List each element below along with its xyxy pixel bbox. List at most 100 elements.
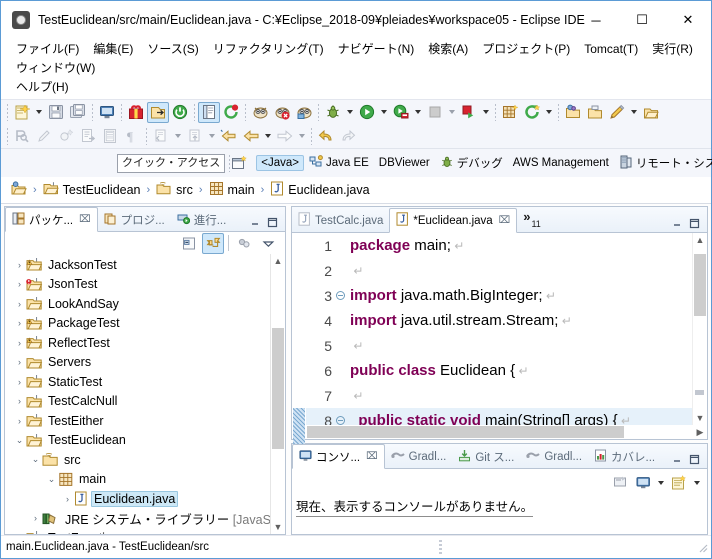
tree-item-testfunction[interactable]: › TestFunction bbox=[5, 528, 285, 534]
undo-icon[interactable] bbox=[315, 126, 337, 147]
code-line[interactable]: 6 public class Euclidean { ↵ bbox=[306, 358, 692, 383]
stop-dropdown-icon[interactable] bbox=[446, 102, 458, 123]
next-edit-dropdown-icon[interactable] bbox=[206, 126, 218, 147]
run-icon[interactable] bbox=[356, 102, 378, 123]
collapse-all-icon[interactable] bbox=[178, 233, 200, 254]
tree-expander-icon[interactable]: › bbox=[61, 494, 74, 504]
new-java-class-icon[interactable] bbox=[198, 101, 220, 123]
save-icon[interactable] bbox=[45, 102, 67, 123]
toggle-block-selection-icon[interactable] bbox=[99, 126, 121, 147]
close-button[interactable]: ✕ bbox=[665, 1, 711, 39]
perspective-java-ee[interactable]: Java EE bbox=[304, 153, 374, 174]
minimize-icon[interactable] bbox=[250, 217, 261, 228]
menu-tomcat[interactable]: Tomcat(T) bbox=[577, 40, 645, 59]
tree-expander-icon[interactable]: › bbox=[13, 299, 26, 309]
code-line[interactable]: 4 import java.util.stream.Stream; ↵ bbox=[306, 308, 692, 333]
scroll-up-icon[interactable]: ▲ bbox=[271, 254, 285, 268]
tree-expander-icon[interactable]: › bbox=[29, 513, 42, 523]
menu-project[interactable]: プロジェクト(P) bbox=[475, 40, 577, 59]
open-folder-icon[interactable] bbox=[584, 102, 606, 123]
editor-vertical-scrollbar[interactable]: ▲ ▼ bbox=[692, 233, 707, 425]
perspective-java[interactable]: <Java> bbox=[256, 155, 304, 171]
tab-gradle-tasks[interactable]: Gradl... bbox=[385, 445, 453, 468]
tree-item-euclidean-java[interactable]: › Euclidean.java bbox=[5, 489, 285, 509]
link-with-editor-icon[interactable] bbox=[202, 232, 224, 254]
tree-expander-icon[interactable]: › bbox=[13, 260, 26, 270]
search-icon[interactable] bbox=[11, 126, 33, 147]
forward-icon[interactable] bbox=[274, 126, 296, 147]
new-console-view-dropdown-icon[interactable] bbox=[691, 472, 703, 493]
tab-coverage[interactable]: カバレ... bbox=[588, 445, 661, 468]
maximize-icon[interactable] bbox=[689, 218, 700, 229]
stop-icon[interactable] bbox=[424, 102, 446, 123]
new-wizard-icon[interactable] bbox=[11, 102, 33, 123]
maximize-icon[interactable] bbox=[689, 454, 700, 465]
menu-navigate[interactable]: ナビゲート(N) bbox=[331, 40, 422, 59]
redo-icon[interactable] bbox=[337, 126, 359, 147]
run-external-tools-icon[interactable] bbox=[390, 102, 412, 123]
view-menu-icon[interactable] bbox=[233, 233, 255, 254]
new-console-view-icon[interactable] bbox=[668, 472, 690, 493]
tree-item-reflecttest[interactable]: › ReflectTest bbox=[5, 333, 285, 353]
close-icon[interactable]: ⌧ bbox=[499, 215, 511, 226]
save-all-icon[interactable] bbox=[67, 102, 89, 123]
tab-testcalc-java[interactable]: TestCalc.java bbox=[292, 209, 389, 232]
scroll-track-h[interactable] bbox=[306, 425, 693, 439]
editor-annotation-ruler[interactable] bbox=[292, 233, 306, 456]
scroll-track[interactable] bbox=[271, 268, 285, 520]
next-edit-location-icon[interactable] bbox=[184, 126, 206, 147]
console-body[interactable]: 現在、表示するコンソールがありません。 bbox=[292, 469, 707, 534]
scroll-up-icon[interactable]: ▲ bbox=[693, 233, 707, 247]
previous-edit-location-icon[interactable] bbox=[150, 126, 172, 147]
menu-run[interactable]: 実行(R) bbox=[645, 40, 700, 59]
tree-expander-icon[interactable]: › bbox=[13, 318, 26, 328]
clear-marker-icon[interactable] bbox=[33, 126, 55, 147]
breadcrumb-root[interactable] bbox=[9, 180, 29, 200]
coverage-dropdown-icon[interactable] bbox=[480, 102, 492, 123]
junit-run-icon[interactable] bbox=[249, 102, 271, 123]
tree-item-jsontest[interactable]: › JsonTest bbox=[5, 275, 285, 295]
menu-refactor[interactable]: リファクタリング(T) bbox=[206, 40, 331, 59]
code-line[interactable]: 7 ↵ bbox=[306, 383, 692, 408]
tree-item-packagetest[interactable]: › PackageTest bbox=[5, 314, 285, 334]
breadcrumb-file[interactable]: Euclidean.java bbox=[268, 180, 371, 200]
tree-item-jacksontest[interactable]: › JacksonTest bbox=[5, 255, 285, 275]
scroll-thumb-h[interactable] bbox=[307, 426, 625, 438]
tree-item-src[interactable]: ⌄ src bbox=[5, 450, 285, 470]
code-line[interactable]: 3 import java.math.BigInteger; ↵ bbox=[306, 283, 692, 308]
coverage-icon[interactable] bbox=[458, 102, 480, 123]
tab-euclidean-java[interactable]: *Euclidean.java ⌧ bbox=[389, 208, 518, 233]
tree-expander-icon[interactable]: › bbox=[13, 338, 26, 348]
scroll-down-icon[interactable]: ▼ bbox=[693, 411, 707, 425]
tree-expander-icon[interactable]: › bbox=[13, 377, 26, 387]
tab-progress[interactable]: 進行... bbox=[171, 208, 233, 231]
junit-fail-icon[interactable] bbox=[271, 102, 293, 123]
tree-expander-icon[interactable]: › bbox=[13, 279, 26, 289]
perspective-remote-system-explorer[interactable]: リモート・システム・エクスプローラー bbox=[614, 153, 712, 174]
tree-expander-icon[interactable]: › bbox=[13, 396, 26, 406]
status-drag-handle[interactable] bbox=[439, 540, 443, 554]
open-resource-icon[interactable] bbox=[562, 102, 584, 123]
minimize-icon[interactable] bbox=[672, 218, 683, 229]
scroll-track[interactable] bbox=[693, 247, 707, 411]
junit-report-icon[interactable] bbox=[293, 102, 315, 123]
forward-dropdown-icon[interactable] bbox=[296, 126, 308, 147]
new-java-project-dropdown-icon[interactable] bbox=[543, 102, 555, 123]
tree-item-lookandsay[interactable]: › LookAndSay bbox=[5, 294, 285, 314]
code-line[interactable]: 5 ↵ bbox=[306, 333, 692, 358]
tree-item-testeither[interactable]: › TestEither bbox=[5, 411, 285, 431]
new-wizard-dropdown-icon[interactable] bbox=[33, 102, 45, 123]
show-whitespace-icon[interactable]: ¶ bbox=[121, 126, 143, 147]
tree-item-main[interactable]: ⌄ main bbox=[5, 470, 285, 490]
tree-expander-icon[interactable]: ⌄ bbox=[13, 435, 26, 446]
menu-search[interactable]: 検索(A) bbox=[421, 40, 475, 59]
menu-help[interactable]: ヘルプ(H) bbox=[9, 78, 711, 97]
tree-expander-icon[interactable]: › bbox=[13, 416, 26, 426]
close-icon[interactable]: ⌧ bbox=[79, 214, 91, 225]
fold-marker[interactable] bbox=[334, 291, 346, 300]
scroll-thumb[interactable] bbox=[694, 253, 706, 316]
back-to-icon[interactable] bbox=[218, 126, 240, 147]
resize-grip-icon[interactable] bbox=[696, 541, 708, 553]
debug-dropdown-icon[interactable] bbox=[344, 102, 356, 123]
open-type-icon[interactable] bbox=[147, 101, 169, 123]
